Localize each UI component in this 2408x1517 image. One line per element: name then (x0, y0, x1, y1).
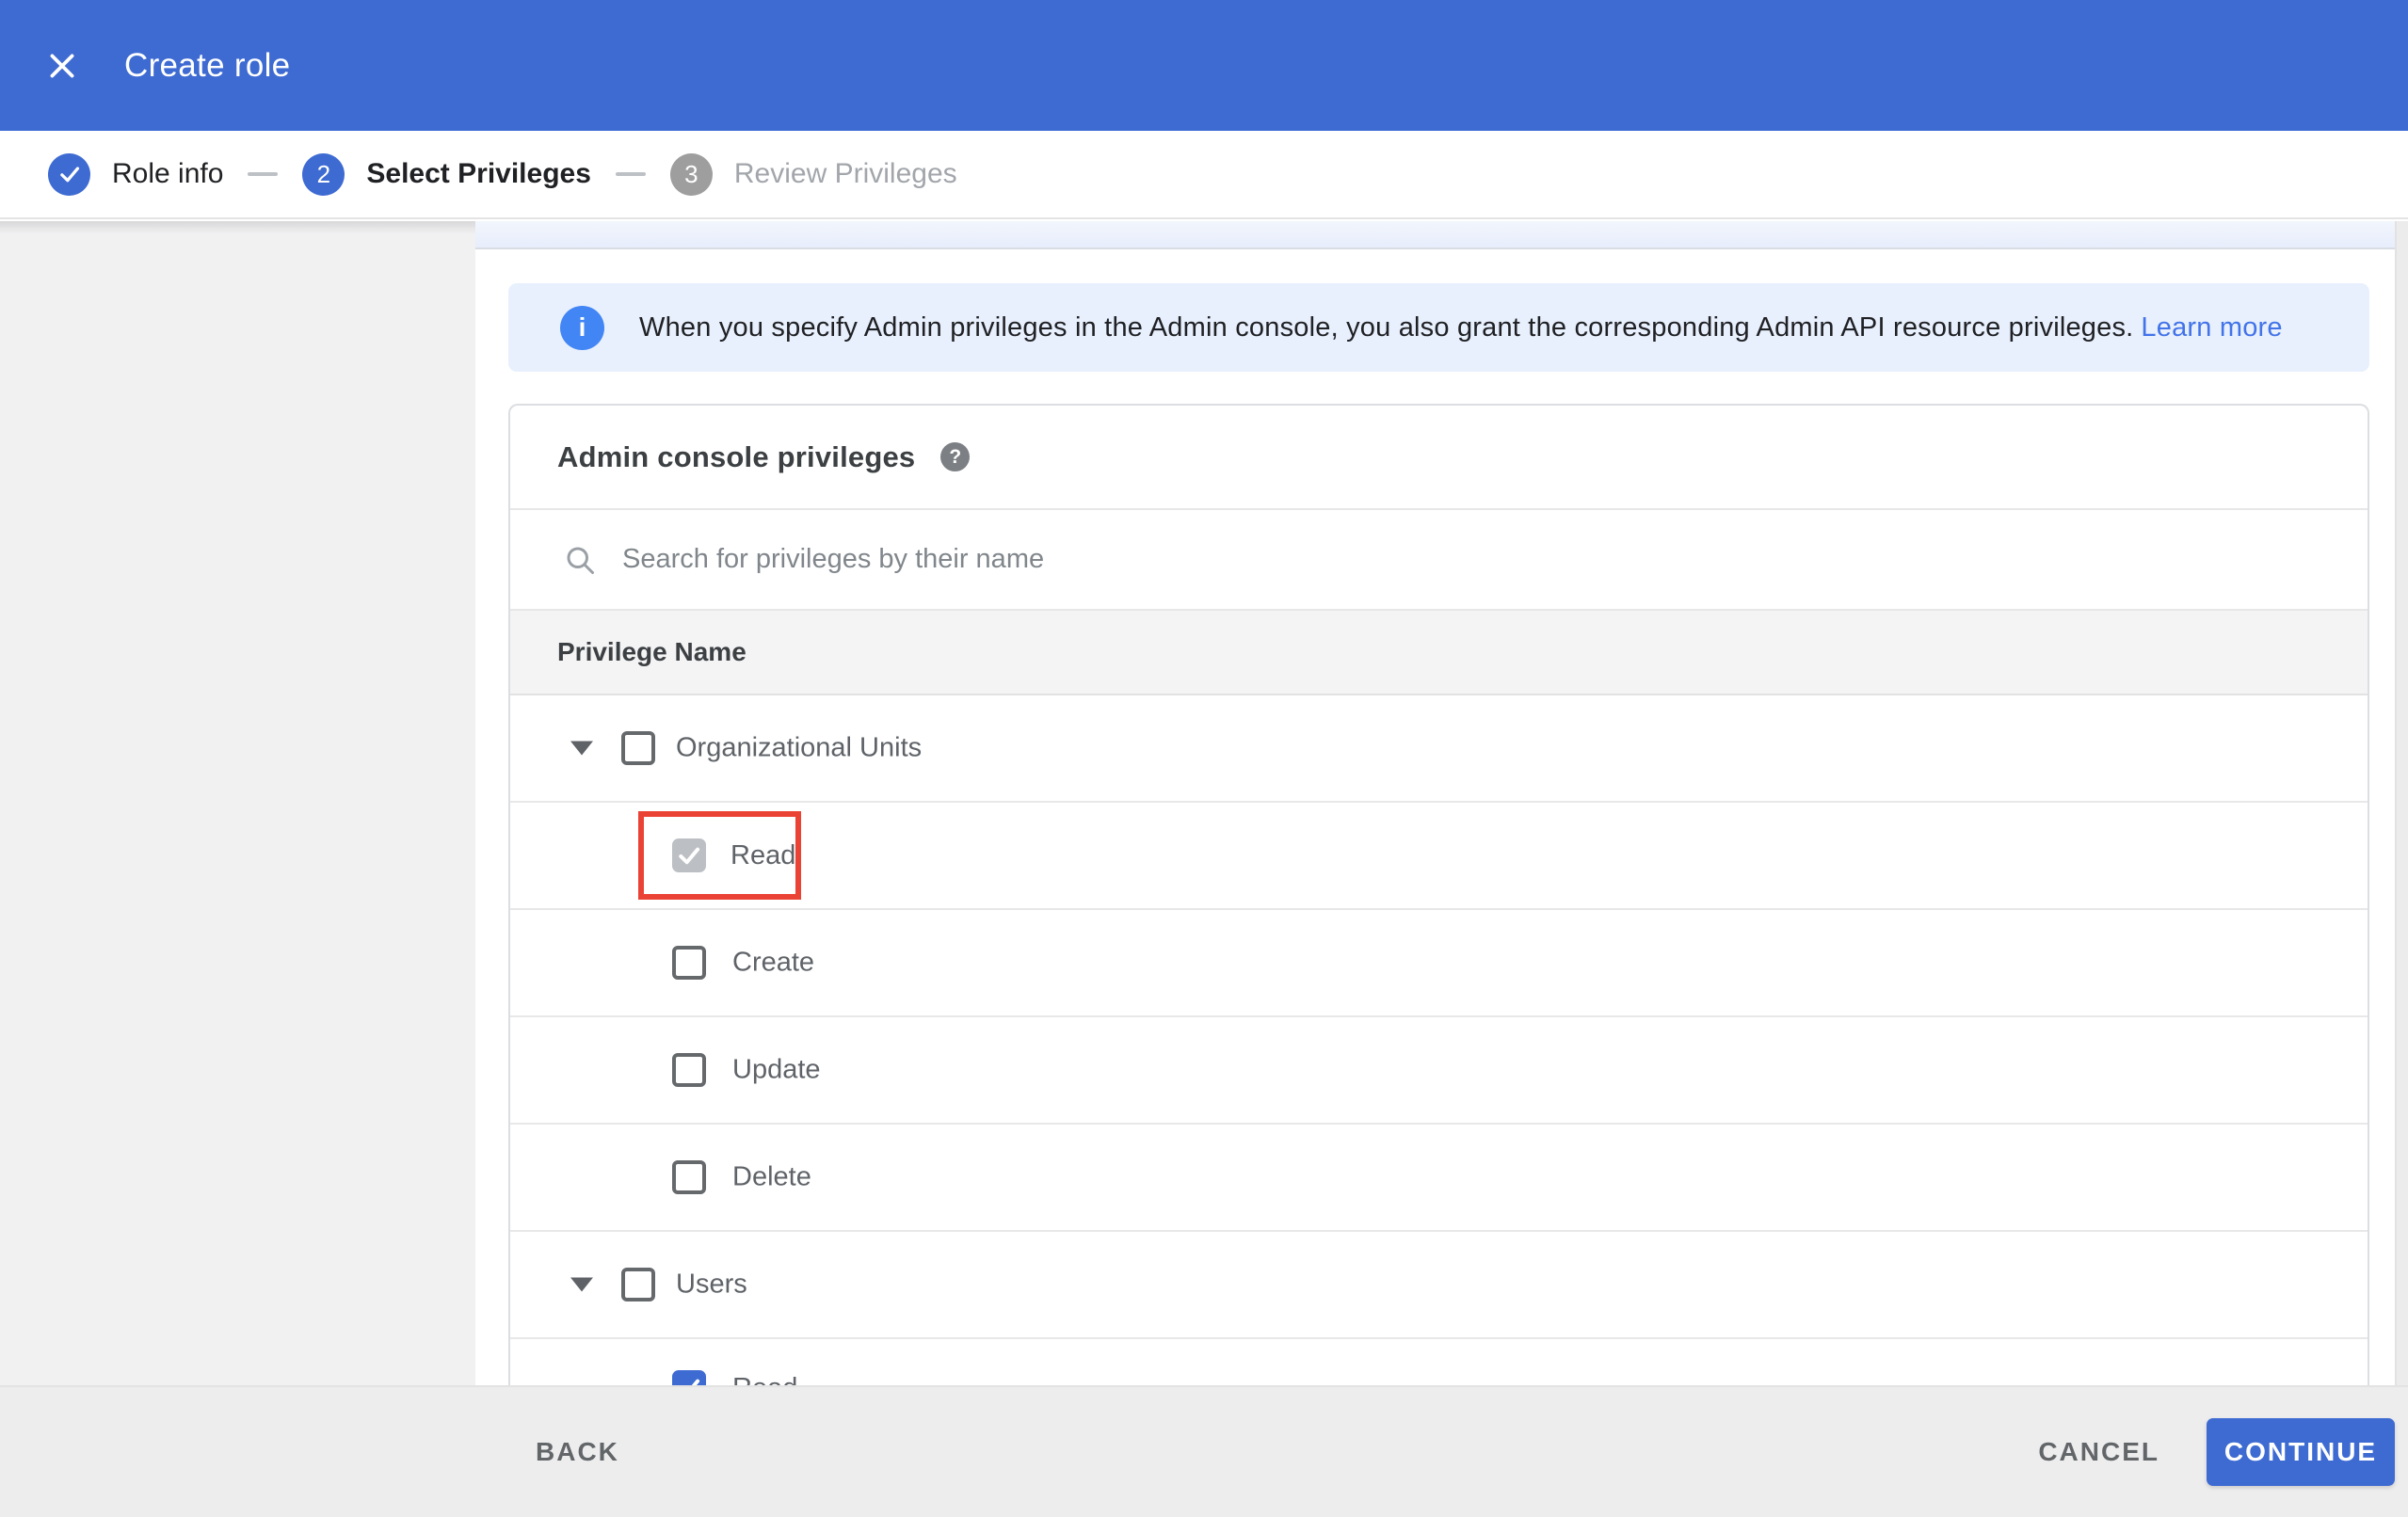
card-header: Admin console privileges ? (510, 406, 2368, 510)
privilege-label: Read (730, 839, 796, 870)
dialog-title: Create role (124, 46, 291, 84)
banner-message: When you specify Admin privileges in the… (639, 311, 2134, 343)
cancel-button[interactable]: CANCEL (2038, 1437, 2159, 1467)
left-gutter (0, 221, 475, 1517)
step-number-badge: 3 (669, 152, 713, 196)
privilege-row: Read (510, 1339, 2368, 1387)
privilege-checkbox[interactable] (672, 838, 706, 872)
scrollbar-track[interactable] (2395, 221, 2408, 1387)
step-connector (615, 172, 646, 176)
privilege-checkbox[interactable] (672, 946, 706, 980)
card-title: Admin console privileges (557, 439, 916, 473)
step-select-privileges[interactable]: 2 Select Privileges (302, 152, 591, 196)
expand-arrow-icon[interactable] (570, 741, 593, 756)
annotation-highlight-box: Read (638, 811, 801, 900)
privilege-checkbox[interactable] (621, 731, 655, 765)
search-input[interactable] (622, 531, 2368, 588)
back-button[interactable]: BACK (536, 1437, 619, 1467)
privilege-label: Update (732, 1054, 821, 1085)
privilege-checkbox[interactable] (621, 1268, 655, 1301)
info-banner: i When you specify Admin privileges in t… (508, 283, 2369, 372)
info-icon: i (560, 305, 604, 350)
privilege-label: Create (732, 947, 815, 978)
stepper: Role info 2 Select Privileges 3 Review P… (0, 131, 2408, 219)
table-header: Privilege Name (510, 609, 2368, 695)
step-completed-check-icon (48, 152, 90, 196)
privilege-checkbox[interactable] (672, 1053, 706, 1087)
banner-text: When you specify Admin privileges in the… (639, 312, 2283, 343)
privilege-checkbox[interactable] (672, 1160, 706, 1194)
step-review-privileges: 3 Review Privileges (669, 152, 957, 196)
content-pane: i When you specify Admin privileges in t… (475, 221, 2408, 1517)
learn-more-link[interactable]: Learn more (2141, 312, 2282, 343)
dialog-header: Create role (0, 0, 2408, 131)
privilege-row: Read (510, 803, 2368, 910)
step-number-badge: 2 (302, 152, 345, 196)
dialog-body: i When you specify Admin privileges in t… (0, 221, 2408, 1517)
step-role-info[interactable]: Role info (48, 152, 224, 196)
privilege-row: Delete (510, 1125, 2368, 1232)
step-label: Review Privileges (733, 158, 957, 189)
search-row (510, 510, 2368, 609)
privilege-label: Organizational Units (676, 732, 923, 763)
search-icon (567, 547, 594, 574)
privilege-label: Delete (732, 1161, 811, 1192)
close-x-glyph (50, 54, 74, 77)
footer-bar: BACK CANCEL CONTINUE (0, 1385, 2408, 1517)
privilege-label: Users (676, 1269, 747, 1300)
privileges-card: Admin console privileges ? Privilege Nam… (508, 404, 2369, 1387)
step-label: Select Privileges (366, 158, 591, 189)
privilege-rows: Organizational Units Read Create Update Dele… (510, 695, 2368, 1387)
close-icon[interactable] (43, 47, 81, 85)
step-label: Role info (112, 158, 224, 189)
privilege-row: Users (510, 1232, 2368, 1339)
step-connector (248, 172, 279, 176)
privilege-row: Update (510, 1017, 2368, 1125)
column-header: Privilege Name (557, 637, 746, 666)
privilege-row: Create (510, 910, 2368, 1017)
expand-arrow-icon[interactable] (570, 1277, 593, 1292)
privilege-row: Organizational Units (510, 695, 2368, 803)
continue-button[interactable]: CONTINUE (2207, 1418, 2395, 1486)
scrolled-row-strip (475, 221, 2395, 249)
help-icon[interactable]: ? (940, 442, 971, 471)
